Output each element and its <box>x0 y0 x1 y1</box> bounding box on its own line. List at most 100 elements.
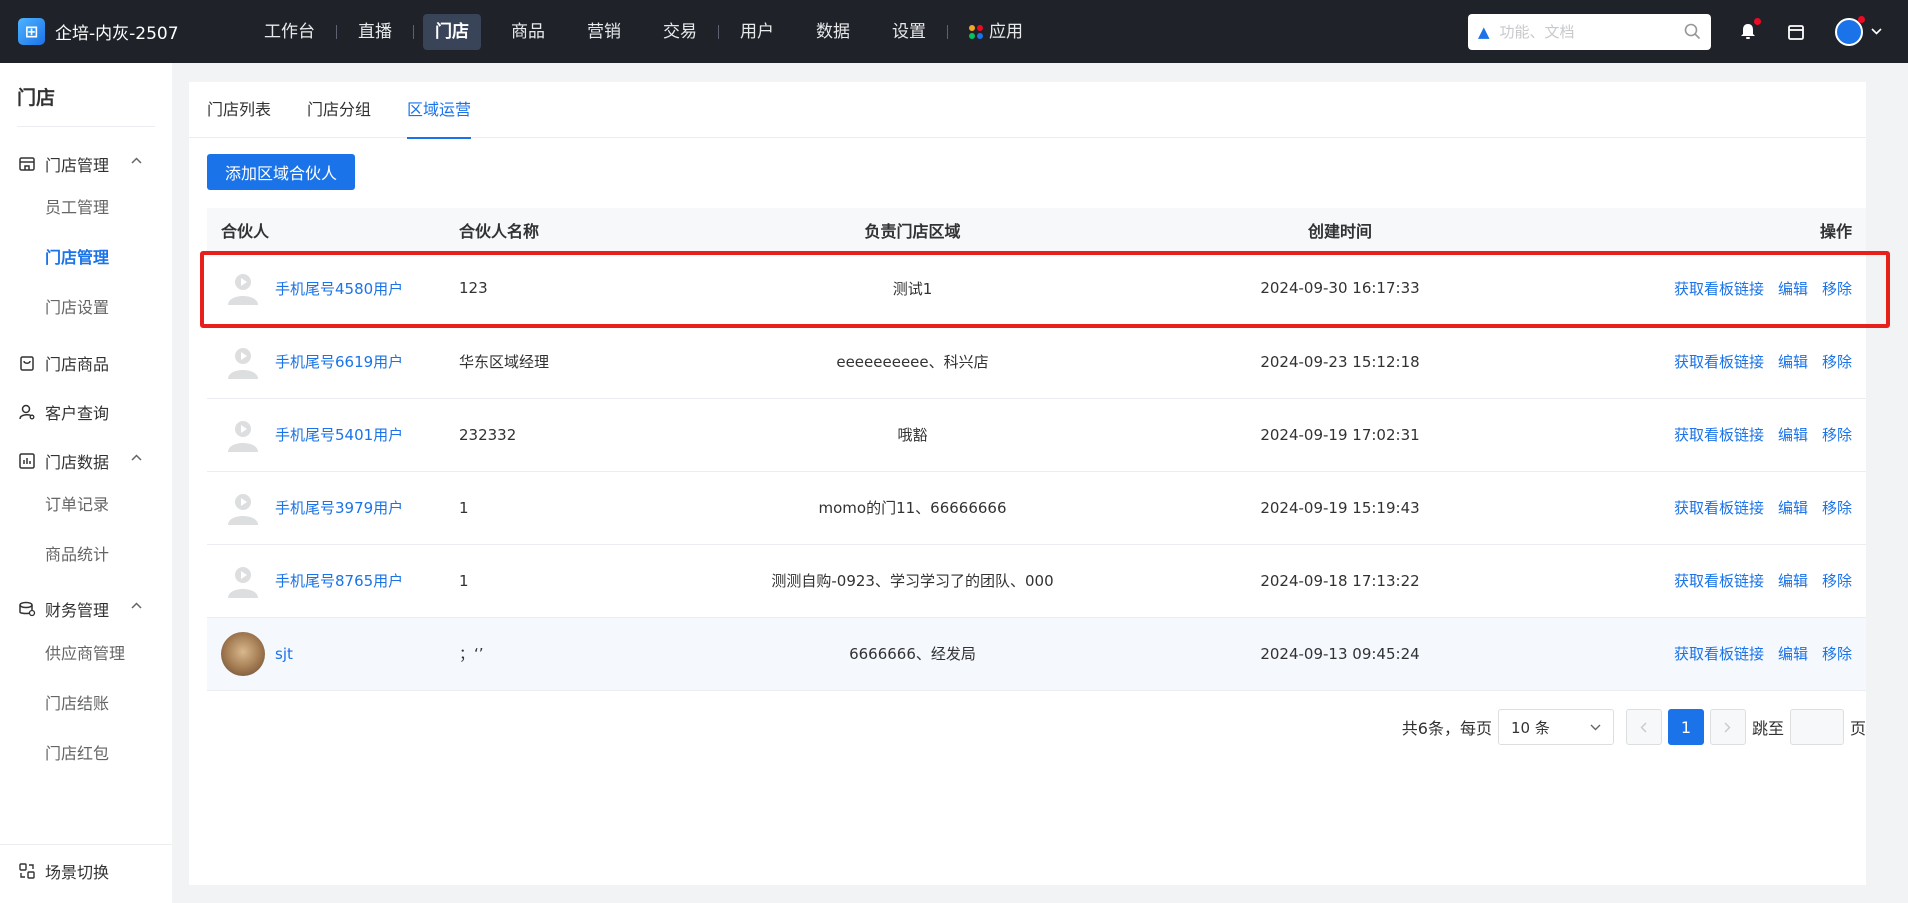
global-search[interactable]: ▲ <box>1468 13 1711 50</box>
edit-link[interactable]: 编辑 <box>1778 499 1808 517</box>
nav-item-users[interactable]: 用户 <box>728 14 786 50</box>
header-partner-name: 合伙人名称 <box>459 208 711 252</box>
sidebar-item-staff[interactable]: 员工管理 <box>45 193 109 223</box>
get-dashboard-link[interactable]: 获取看板链接 <box>1674 572 1764 590</box>
sidebar-group-store-goods[interactable]: 门店商品 <box>0 346 172 380</box>
header-operations: 操作 <box>1566 208 1866 252</box>
partner-name-cell: 1 <box>459 471 711 545</box>
chevron-up-icon[interactable] <box>131 454 142 461</box>
sidebar-item-store-settings[interactable]: 门店设置 <box>45 293 109 323</box>
avatar <box>221 631 265 676</box>
get-dashboard-link[interactable]: 获取看板链接 <box>1674 645 1764 663</box>
chevron-up-icon[interactable] <box>131 157 142 164</box>
jump-page-input[interactable] <box>1789 709 1844 745</box>
partner-link[interactable]: 手机尾号4580用户 <box>275 278 403 299</box>
store-area-cell: 哦豁 <box>711 398 1114 472</box>
top-navbar: ⊞ 企培-内灰-2507 工作台 直播 门店 商品 营销 交易 用户 数据 设置… <box>0 0 1908 63</box>
nav-separator <box>718 24 719 39</box>
get-dashboard-link[interactable]: 获取看板链接 <box>1674 426 1764 444</box>
nav-item-goods[interactable]: 商品 <box>499 14 557 50</box>
coins-icon <box>19 601 36 617</box>
add-region-partner-button[interactable]: 添加区域合伙人 <box>207 154 356 190</box>
table-row: 手机尾号8765用户 1 测测自购-0923、学习学习了的团队、000 2024… <box>207 544 1866 618</box>
sidebar-item-orders[interactable]: 订单记录 <box>45 490 109 520</box>
edit-link[interactable]: 编辑 <box>1778 353 1808 371</box>
get-dashboard-link[interactable]: 获取看板链接 <box>1674 499 1764 517</box>
chevron-up-icon[interactable] <box>131 602 142 609</box>
sidebar-group-store-mgmt[interactable]: 门店管理 <box>0 147 172 181</box>
partner-link[interactable]: 手机尾号8765用户 <box>275 570 403 591</box>
brand[interactable]: ⊞ 企培-内灰-2507 <box>18 18 243 45</box>
table-header-row: 合伙人 合伙人名称 负责门店区域 创建时间 操作 <box>207 208 1866 252</box>
nav-item-marketing[interactable]: 营销 <box>575 14 633 50</box>
created-time-cell: 2024-09-23 15:12:18 <box>1114 325 1566 399</box>
nav-separator <box>947 24 948 39</box>
store-icon <box>19 157 35 171</box>
table-row: 手机尾号5401用户 232332 哦豁 2024-09-19 17:02:31… <box>207 398 1866 472</box>
store-area-cell: eeeeeeeeee、科兴店 <box>711 325 1114 399</box>
sidebar-group-store-data[interactable]: 门店数据 <box>0 444 172 478</box>
shop-icon[interactable] <box>1785 21 1807 43</box>
remove-link[interactable]: 移除 <box>1822 353 1852 371</box>
brand-logo-icon: ⊞ <box>18 18 45 45</box>
tab-store-list[interactable]: 门店列表 <box>207 82 271 138</box>
edit-link[interactable]: 编辑 <box>1778 426 1808 444</box>
partner-link[interactable]: 手机尾号3979用户 <box>275 497 403 518</box>
jump-label: 跳至 <box>1751 719 1784 738</box>
remove-link[interactable]: 移除 <box>1822 572 1852 590</box>
sidebar-group-label: 门店商品 <box>45 355 110 374</box>
partner-name-cell: 1 <box>459 544 711 618</box>
sidebar-group-finance[interactable]: 财务管理 <box>0 592 172 626</box>
nav-item-trade[interactable]: 交易 <box>651 14 709 50</box>
user-avatar[interactable] <box>1835 15 1865 46</box>
table-row: 手机尾号4580用户 123 测试1 2024-09-30 16:17:33 获… <box>207 252 1866 326</box>
created-time-cell: 2024-09-13 09:45:24 <box>1114 617 1566 691</box>
nav-item-apps[interactable]: 应用 <box>957 14 1035 50</box>
edit-link[interactable]: 编辑 <box>1778 572 1808 590</box>
sidebar-item-suppliers[interactable]: 供应商管理 <box>45 639 125 669</box>
remove-link[interactable]: 移除 <box>1822 499 1852 517</box>
search-input[interactable] <box>1499 22 1684 41</box>
store-area-cell: 6666666、经发局 <box>711 617 1114 691</box>
page-label: 页 <box>1849 719 1866 738</box>
sidebar-title: 门店 <box>17 87 56 109</box>
next-page-button[interactable] <box>1709 709 1746 745</box>
page-number-button[interactable]: 1 <box>1667 709 1704 745</box>
table-row: 手机尾号6619用户 华东区域经理 eeeeeeeeee、科兴店 2024-09… <box>207 325 1866 399</box>
get-dashboard-link[interactable]: 获取看板链接 <box>1674 353 1764 371</box>
search-icon[interactable] <box>1684 23 1701 40</box>
default-avatar-icon <box>221 266 265 310</box>
prev-page-button[interactable] <box>1625 709 1662 745</box>
nav-item-data[interactable]: 数据 <box>804 14 862 50</box>
sidebar-item-red-packet[interactable]: 门店红包 <box>45 739 109 769</box>
chevron-down-icon[interactable] <box>1871 28 1882 35</box>
partner-link[interactable]: sjt <box>275 645 293 663</box>
nav-item-workbench[interactable]: 工作台 <box>252 14 327 50</box>
page-size-select[interactable]: 10 条 <box>1497 709 1614 745</box>
nav-separator <box>336 24 337 39</box>
remove-link[interactable]: 移除 <box>1822 426 1852 444</box>
tab-region-ops[interactable]: 区域运营 <box>407 82 472 139</box>
sidebar-item-store-management[interactable]: 门店管理 <box>45 243 109 273</box>
nav-item-settings[interactable]: 设置 <box>880 14 938 50</box>
get-dashboard-link[interactable]: 获取看板链接 <box>1674 280 1764 298</box>
partner-link[interactable]: 手机尾号5401用户 <box>275 424 403 445</box>
partner-link[interactable]: 手机尾号6619用户 <box>275 351 403 372</box>
tab-store-group[interactable]: 门店分组 <box>307 82 371 138</box>
nav-item-store[interactable]: 门店 <box>423 13 481 50</box>
edit-link[interactable]: 编辑 <box>1778 645 1808 663</box>
sidebar-group-customer[interactable]: 客户查询 <box>0 395 172 429</box>
sidebar-item-goods-stats[interactable]: 商品统计 <box>45 540 109 570</box>
header-store-area: 负责门店区域 <box>711 208 1114 252</box>
remove-link[interactable]: 移除 <box>1822 645 1852 663</box>
scene-switch-button[interactable]: 场景切换 <box>18 859 109 883</box>
table-body: 手机尾号4580用户 123 测试1 2024-09-30 16:17:33 获… <box>207 252 1866 691</box>
table-row: sjt ；‘’ 6666666、经发局 2024-09-13 09:45:24 … <box>207 617 1866 691</box>
nav-item-live[interactable]: 直播 <box>346 14 404 50</box>
remove-link[interactable]: 移除 <box>1822 280 1852 298</box>
edit-link[interactable]: 编辑 <box>1778 280 1808 298</box>
default-avatar-icon <box>221 486 265 530</box>
store-area-cell: momo的门11、66666666 <box>711 471 1114 545</box>
sidebar-item-settlement[interactable]: 门店结账 <box>45 689 109 719</box>
bell-icon[interactable] <box>1737 17 1761 43</box>
